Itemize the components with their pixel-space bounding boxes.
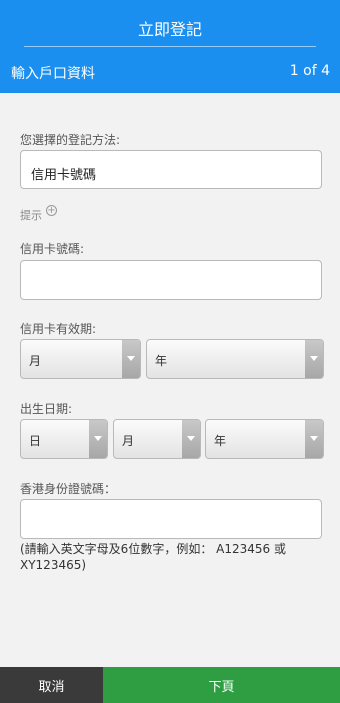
step-indicator: 1 of 4 xyxy=(289,63,330,79)
section-title: 輸入戶口資料 xyxy=(11,66,95,82)
method-label: 您選擇的登記方法: xyxy=(20,133,121,147)
expiry-year-value: 年 xyxy=(155,354,168,368)
hkid-input[interactable] xyxy=(20,499,322,539)
header: 立即登記 輸入戶口資料 1 of 4 xyxy=(0,0,340,93)
dob-year-select[interactable]: 年 xyxy=(205,419,324,459)
hint-label[interactable]: 提示 xyxy=(20,207,42,223)
dob-month-select[interactable]: 月 xyxy=(113,419,201,459)
cancel-button[interactable]: 取消 xyxy=(0,667,103,703)
hkid-format-note: (請輸入英文字母及6位數字，例如： A123456 或 XY123465) xyxy=(20,542,286,572)
expiry-month-value: 月 xyxy=(29,354,42,368)
dob-month-value: 月 xyxy=(122,434,135,448)
method-field[interactable]: 信用卡號碼 xyxy=(20,150,322,189)
page-title: 立即登記 xyxy=(137,20,202,39)
header-divider xyxy=(24,46,316,47)
chevron-down-icon xyxy=(182,420,200,458)
dob-label: 出生日期: xyxy=(20,402,73,416)
hkid-label: 香港身份證號碼： xyxy=(20,482,117,496)
card-number-input[interactable] xyxy=(20,260,322,300)
card-number-label: 信用卡號碼: xyxy=(20,242,85,256)
chevron-down-icon xyxy=(89,420,107,458)
chevron-down-icon xyxy=(305,420,323,458)
expiry-month-select[interactable]: 月 xyxy=(20,339,141,379)
expiry-year-select[interactable]: 年 xyxy=(146,339,324,379)
dob-day-value: 日 xyxy=(29,434,42,448)
next-button[interactable]: 下頁 xyxy=(103,667,340,703)
expiry-label: 信用卡有效期: xyxy=(20,322,97,336)
chevron-down-icon xyxy=(305,340,323,378)
dob-day-select[interactable]: 日 xyxy=(20,419,108,459)
dob-year-value: 年 xyxy=(214,434,227,448)
chevron-down-icon xyxy=(122,340,140,378)
method-value: 信用卡號碼 xyxy=(31,168,97,183)
plus-circle-icon[interactable]: + xyxy=(46,205,57,216)
